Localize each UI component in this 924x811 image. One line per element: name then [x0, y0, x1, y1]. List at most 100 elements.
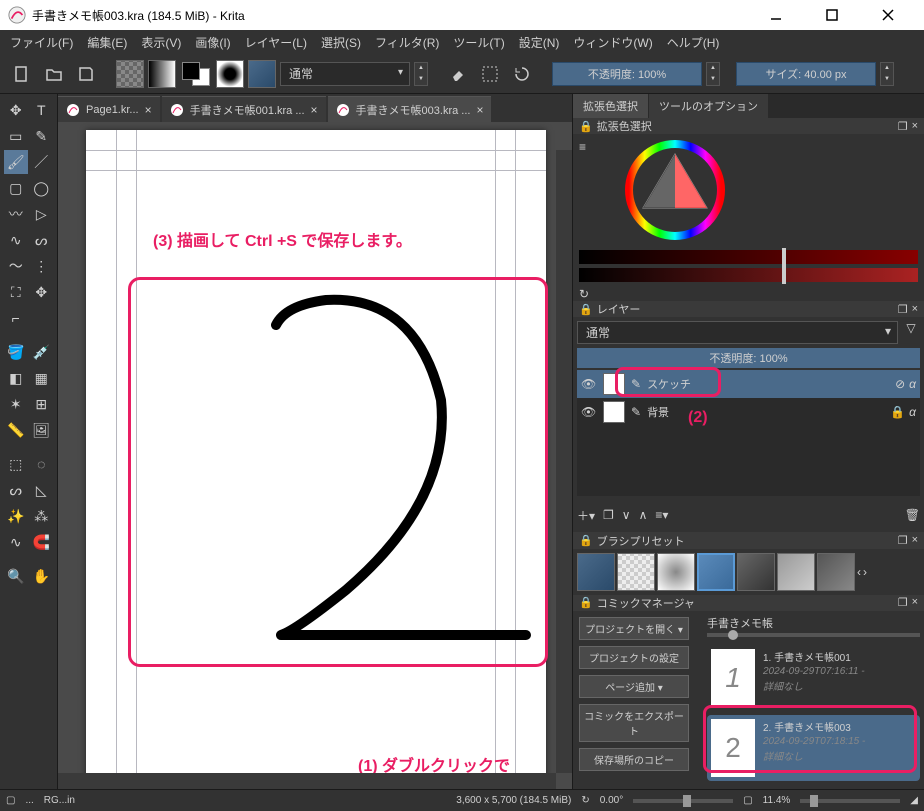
move-tool[interactable]: ✥	[4, 98, 28, 122]
zoom-slider[interactable]	[800, 799, 900, 803]
brush-preset-thumb[interactable]	[248, 60, 276, 88]
canvas-page[interactable]	[86, 130, 546, 789]
layer-row-sketch[interactable]: 👁 ✎ スケッチ ⊘α	[577, 370, 920, 398]
layer-opacity-slider[interactable]: 不透明度: 100%	[577, 348, 920, 368]
menu-tool[interactable]: ツール(T)	[447, 32, 510, 53]
reload-brush-button[interactable]	[508, 60, 536, 88]
measure-tool[interactable]: 📏	[4, 418, 28, 442]
similar-select-tool[interactable]: ⁂	[30, 504, 54, 528]
tab-close-icon[interactable]: ×	[311, 103, 318, 117]
tab-adv-color[interactable]: 拡張色選択	[573, 94, 648, 118]
layer-blend-combo[interactable]: 通常	[577, 321, 898, 344]
alpha-lock-button[interactable]	[476, 60, 504, 88]
zoom-tool[interactable]: 🔍	[4, 564, 28, 588]
open-file-button[interactable]	[40, 60, 68, 88]
duplicate-layer-button[interactable]: ❐	[603, 508, 614, 522]
menu-settings[interactable]: 設定(N)	[513, 32, 566, 53]
scroll-right-icon[interactable]: ›	[863, 565, 867, 579]
color-wheel[interactable]	[615, 140, 735, 240]
float-icon[interactable]: ❐	[898, 120, 908, 133]
opacity-slider[interactable]: 不透明度: 100%	[552, 62, 702, 86]
close-panel-icon[interactable]: ×	[912, 303, 918, 316]
status-icon[interactable]: ▢	[6, 795, 15, 806]
close-panel-icon[interactable]: ×	[912, 120, 918, 133]
poly-select-tool[interactable]: ◺	[30, 478, 54, 502]
shade-slider-1[interactable]	[579, 250, 918, 264]
filter-icon[interactable]: ▽	[902, 321, 920, 344]
color-picker-tool[interactable]: 💉	[30, 340, 54, 364]
brush-preset-item[interactable]	[697, 553, 735, 591]
blend-stepper[interactable]: ▲▼	[414, 62, 428, 86]
close-panel-icon[interactable]: ×	[912, 534, 918, 547]
tab-memo001[interactable]: 手書きメモ帳001.kra ... ×	[162, 96, 326, 122]
eraser-button[interactable]	[444, 60, 472, 88]
menu-icon[interactable]: ≡	[579, 140, 586, 154]
comic-page-2[interactable]: 2 2. 手書きメモ帳003 2024-09-29T07:18:15 - 詳細な…	[707, 715, 920, 781]
magnetic-select-tool[interactable]: 🧲	[30, 530, 54, 554]
float-icon[interactable]: ❐	[898, 303, 908, 316]
move-up-button[interactable]: ∧	[639, 508, 648, 522]
menu-window[interactable]: ウィンドウ(W)	[567, 32, 658, 53]
grip-icon[interactable]: ◢	[910, 795, 918, 806]
text-tool[interactable]: T	[30, 98, 54, 122]
tab-close-icon[interactable]: ×	[476, 103, 483, 117]
color-selector-panel[interactable]: ≡	[573, 134, 924, 246]
smart-fill-tool[interactable]: ✶	[4, 392, 28, 416]
angle-slider[interactable]	[633, 799, 733, 803]
zoom-fit-button[interactable]: ▢	[743, 795, 752, 806]
bezier-tool[interactable]: ∿	[4, 228, 28, 252]
gradient-tool[interactable]: ◧	[4, 366, 28, 390]
visibility-icon[interactable]: 👁	[581, 405, 597, 419]
scroll-left-icon[interactable]: ‹	[857, 565, 861, 579]
menu-image[interactable]: 画像(I)	[189, 32, 236, 53]
brush-tool[interactable]: 🖌	[4, 150, 28, 174]
contig-select-tool[interactable]: ✨	[4, 504, 28, 528]
transform-tool[interactable]: ⛶	[4, 280, 28, 304]
fill-tool[interactable]: 🪣	[4, 340, 28, 364]
line-tool[interactable]: ／	[30, 150, 54, 174]
freehand-path-tool[interactable]: ᔕ	[30, 228, 54, 252]
tab-page1[interactable]: Page1.kr... ×	[58, 96, 160, 122]
blend-mode-combo[interactable]: 通常	[280, 62, 410, 86]
status-more[interactable]: ...	[25, 795, 33, 806]
project-settings-button[interactable]: プロジェクトの設定	[579, 646, 689, 669]
brush-preset-item[interactable]	[617, 553, 655, 591]
brush-preset-item[interactable]	[817, 553, 855, 591]
delete-layer-button[interactable]: 🗑	[905, 508, 920, 522]
visibility-icon[interactable]: 👁	[581, 377, 597, 391]
tab-memo003[interactable]: 手書きメモ帳003.kra ... ×	[328, 96, 492, 122]
status-zoom[interactable]: 11.4%	[763, 795, 791, 806]
shape-edit-tool[interactable]: ▭	[4, 124, 28, 148]
lock-icon[interactable]: 🔒	[890, 405, 905, 419]
pattern-swatch[interactable]	[116, 60, 144, 88]
maximize-button[interactable]	[812, 3, 852, 27]
shade-slider-2[interactable]	[579, 268, 918, 282]
polyline-tool[interactable]: 〰	[4, 202, 28, 226]
close-button[interactable]	[868, 3, 908, 27]
brush-tip-thumb[interactable]	[216, 60, 244, 88]
comic-zoom-slider[interactable]	[707, 633, 920, 637]
canvas-area[interactable]: (3) 描画して Ctrl +S で保存します。 (1) ダブルクリックで 編集…	[58, 122, 572, 789]
canvas-vscroll[interactable]	[556, 150, 572, 773]
new-file-button[interactable]	[8, 60, 36, 88]
brush-preset-item[interactable]	[737, 553, 775, 591]
menu-edit[interactable]: 編集(E)	[81, 32, 133, 53]
calligraphy-tool[interactable]: ✎	[30, 124, 54, 148]
refresh-icon[interactable]: ↻	[579, 287, 589, 301]
brush-preset-item[interactable]	[577, 553, 615, 591]
size-slider[interactable]: サイズ: 40.00 px	[736, 62, 876, 86]
canvas-hscroll[interactable]	[58, 773, 556, 789]
pan-tool[interactable]: ✋	[30, 564, 54, 588]
layer-row-background[interactable]: 👁 ✎ 背景 🔒α	[577, 398, 920, 426]
gradient-swatch[interactable]	[148, 60, 176, 88]
ellipse-tool[interactable]: ◯	[30, 176, 54, 200]
crop-tool[interactable]: ⌐	[4, 306, 28, 330]
menu-help[interactable]: ヘルプ(H)	[661, 32, 726, 53]
copy-location-button[interactable]: 保存場所のコピー	[579, 748, 689, 771]
brush-preset-item[interactable]	[657, 553, 695, 591]
save-file-button[interactable]	[72, 60, 100, 88]
tab-tool-options[interactable]: ツールのオプション	[649, 94, 768, 118]
multibrush-tool[interactable]: ⋮	[30, 254, 54, 278]
float-icon[interactable]: ❐	[898, 596, 908, 609]
rect-tool[interactable]: ▢	[4, 176, 28, 200]
